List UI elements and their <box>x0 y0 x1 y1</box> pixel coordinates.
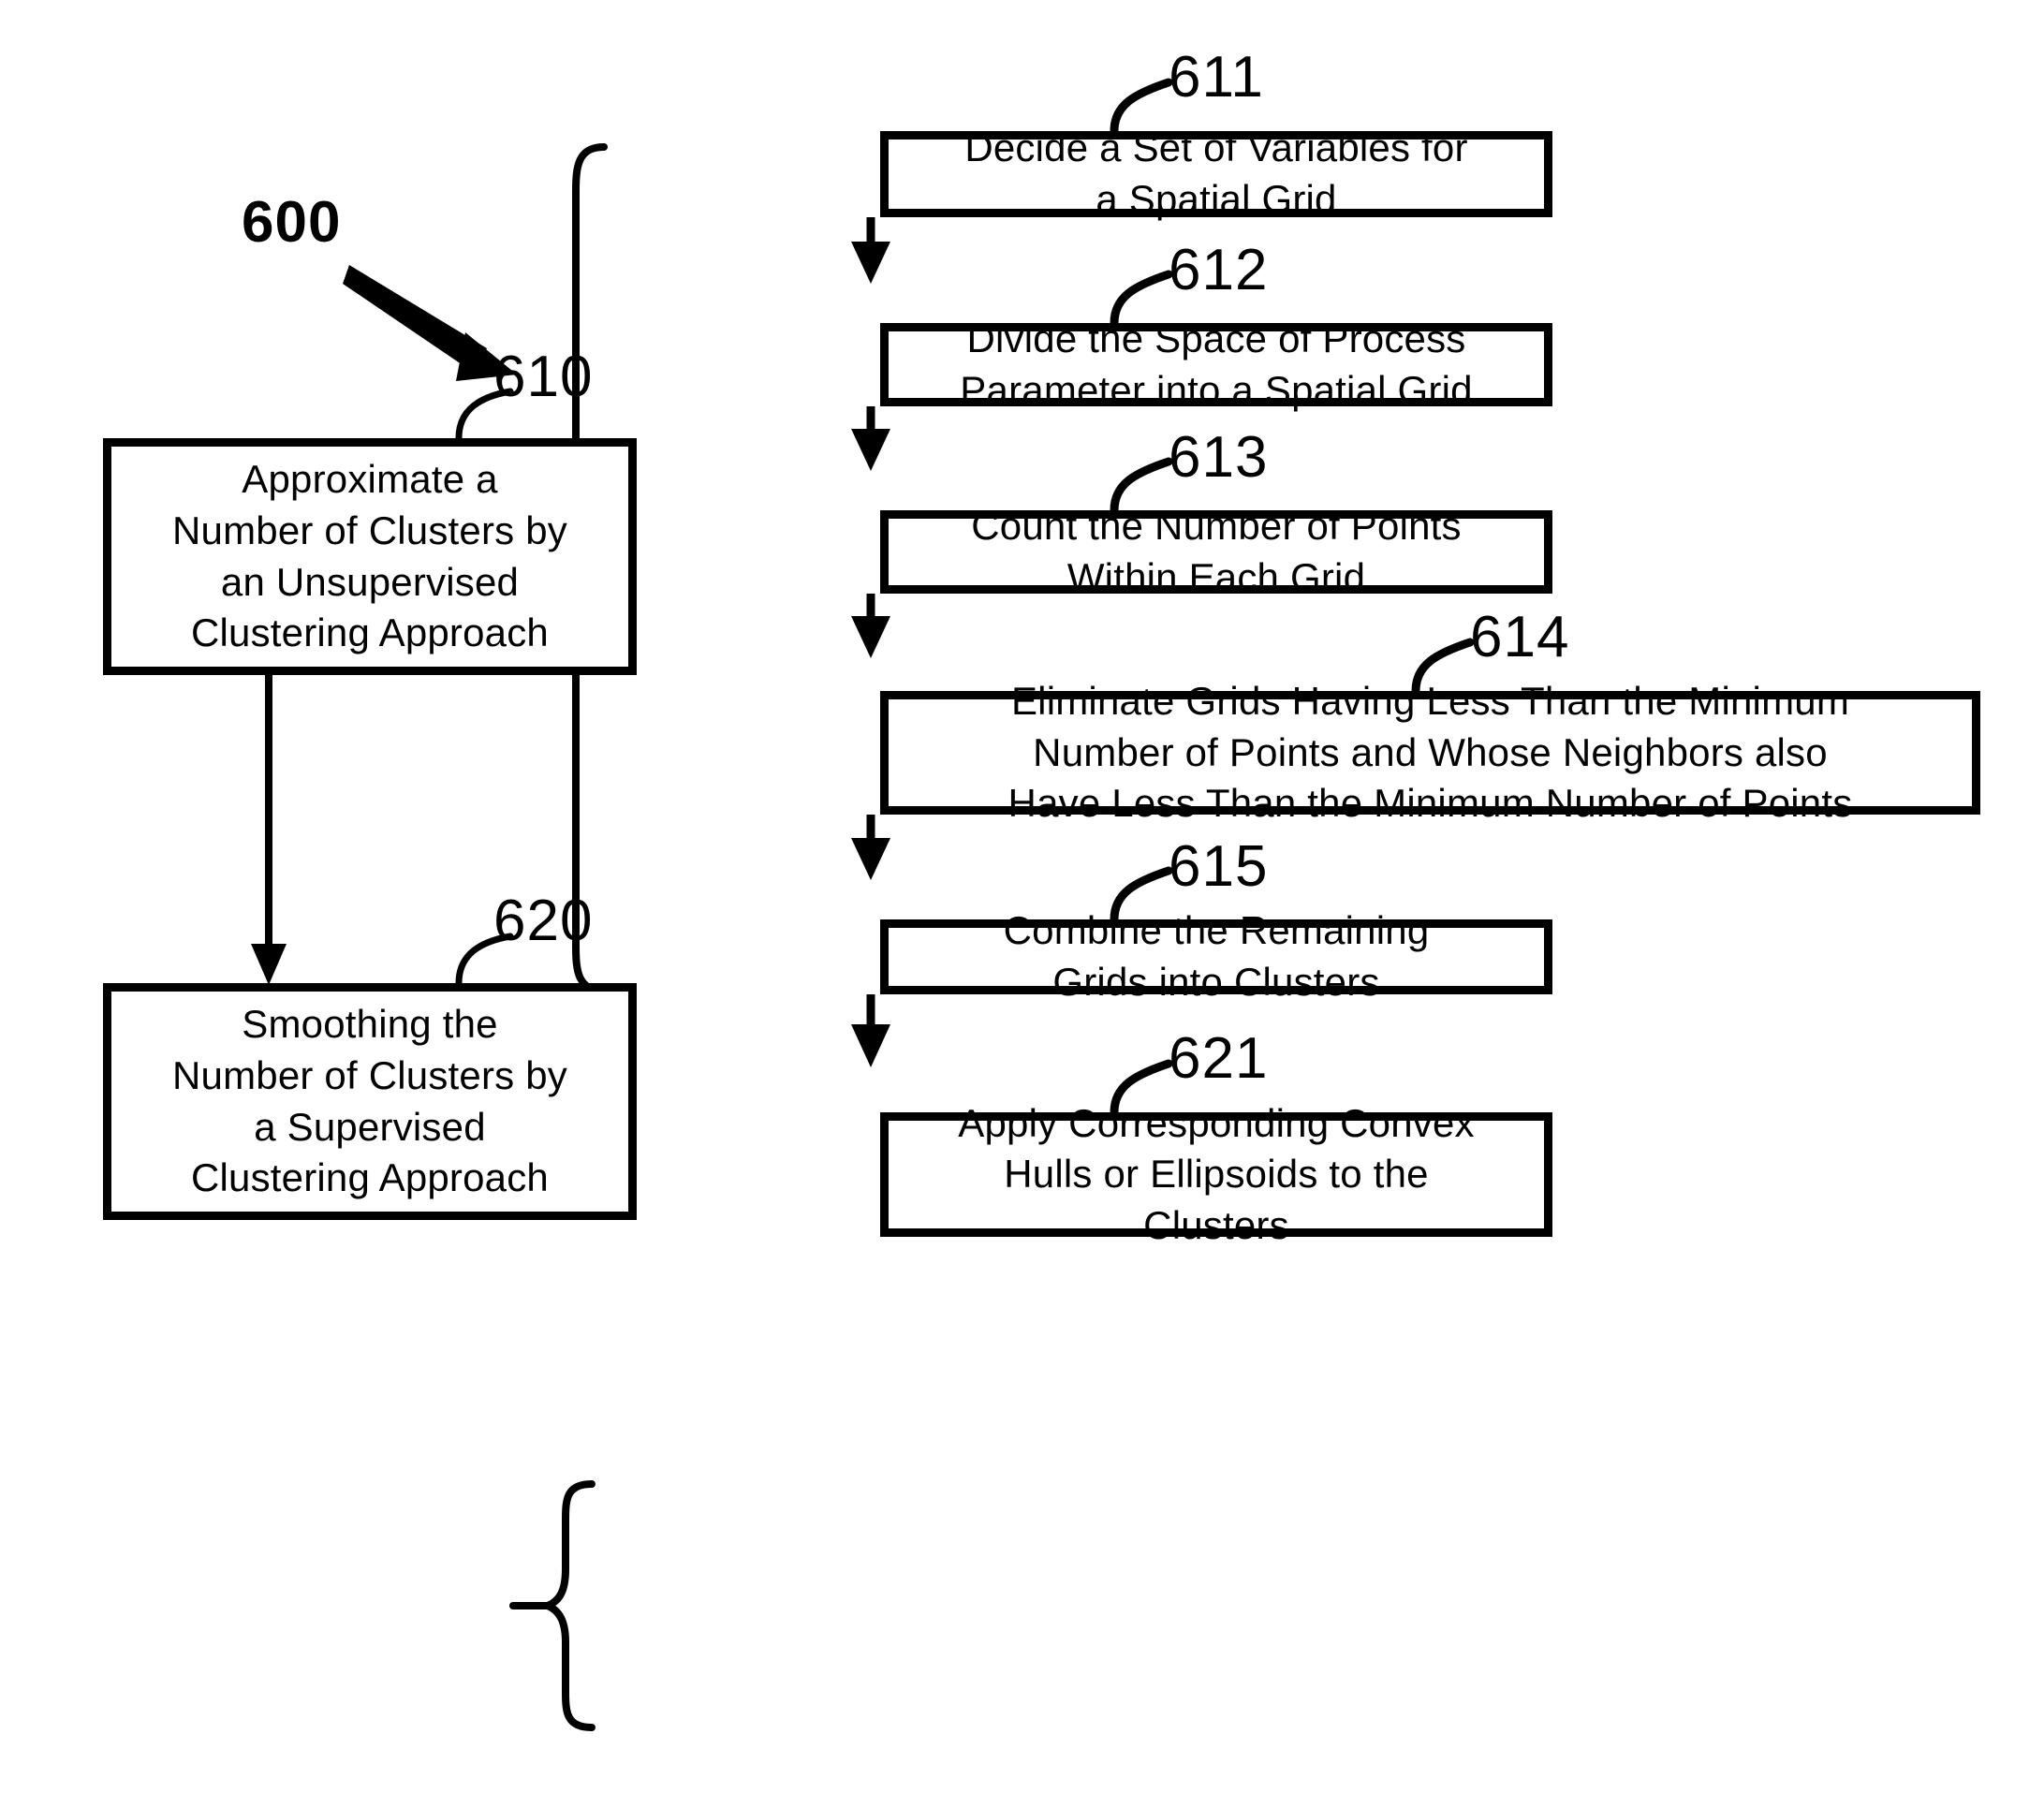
process-box-610: Approximate a Number of Clusters by an U… <box>103 438 637 675</box>
figure-ref-610: 610 <box>493 345 594 409</box>
process-box-613: Count the Number of Points Within Each G… <box>880 504 1552 599</box>
figure-ref-620: 620 <box>493 889 594 953</box>
process-box-612: Divide the Space of Process Parameter in… <box>880 316 1552 412</box>
process-box-620: Smoothing the Number of Clusters by a Su… <box>103 983 637 1220</box>
process-box-614: Eliminate Grids Having Less Than the Min… <box>880 679 1980 825</box>
arrow-612-to-613 <box>851 406 890 471</box>
figure-600-pointer-arrow <box>343 265 517 381</box>
arrow-610-to-620 <box>251 675 287 985</box>
figure-ref-612: 612 <box>1169 238 1269 302</box>
figure-ref-613: 613 <box>1169 425 1269 490</box>
figure-ref-621: 621 <box>1169 1026 1269 1091</box>
arrow-611-to-612 <box>851 217 890 284</box>
brace-620-group <box>509 1480 596 1731</box>
arrow-613-to-614 <box>851 594 890 658</box>
figure-ref-611: 611 <box>1169 45 1264 110</box>
arrow-615-to-621 <box>851 994 890 1067</box>
process-box-615: Combine the Remaining Grids into Cluster… <box>880 908 1552 1004</box>
connector-layer <box>251 78 1475 1731</box>
arrow-614-to-615 <box>851 815 890 880</box>
figure-ref-615: 615 <box>1169 834 1269 899</box>
figure-ref-614: 614 <box>1470 605 1570 669</box>
process-box-621: Apply Corresponding Convex Hulls or Elli… <box>880 1101 1552 1247</box>
figure-ref-600: 600 <box>242 190 342 255</box>
patent-flowchart-figure: 600 610 620 611 612 613 614 615 621 Appr… <box>0 0 2044 1793</box>
process-box-611: Decide a Set of Variables for a Spatial … <box>880 125 1552 221</box>
